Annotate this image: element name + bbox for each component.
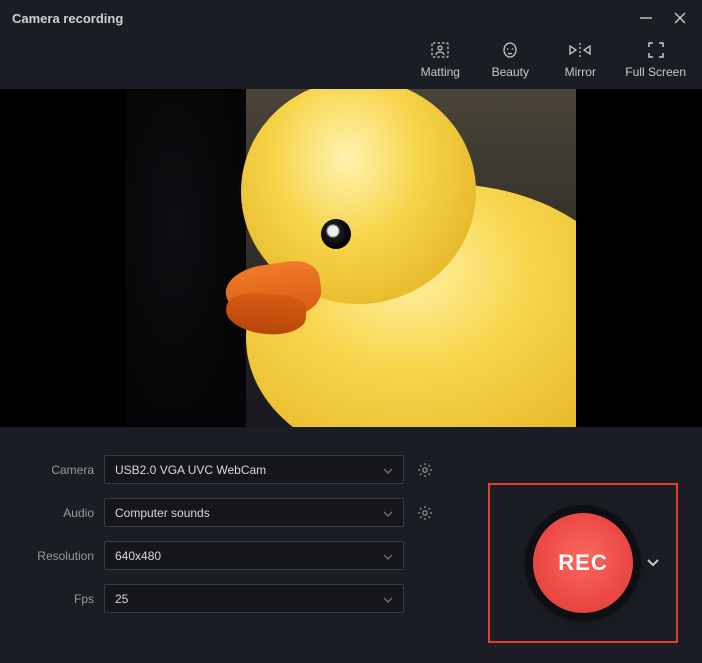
audio-select[interactable]: Computer sounds	[104, 498, 404, 527]
window-title: Camera recording	[12, 11, 123, 26]
fullscreen-icon	[647, 40, 665, 60]
mirror-icon	[568, 40, 592, 60]
controls-area: Camera USB2.0 VGA UVC WebCam Audio Compu…	[0, 427, 702, 663]
camera-value: USB2.0 VGA UVC WebCam	[115, 463, 266, 477]
fps-label: Fps	[24, 592, 94, 606]
resolution-row: Resolution 640x480	[24, 541, 470, 570]
audio-label: Audio	[24, 506, 94, 520]
chevron-down-icon	[383, 592, 393, 606]
camera-preview	[0, 89, 702, 427]
beauty-icon	[500, 40, 520, 60]
close-button[interactable]	[670, 8, 690, 28]
gear-icon	[417, 462, 433, 478]
mirror-button[interactable]: Mirror	[555, 40, 605, 79]
camera-frame	[126, 89, 576, 427]
fullscreen-button[interactable]: Full Screen	[625, 40, 686, 79]
matting-label: Matting	[421, 65, 460, 79]
chevron-down-icon	[383, 463, 393, 477]
settings-column: Camera USB2.0 VGA UVC WebCam Audio Compu…	[24, 455, 470, 643]
camera-select[interactable]: USB2.0 VGA UVC WebCam	[104, 455, 404, 484]
record-panel: REC	[488, 483, 678, 643]
chevron-down-icon	[646, 558, 660, 568]
camera-settings-button[interactable]	[414, 459, 436, 481]
beauty-label: Beauty	[492, 65, 529, 79]
audio-settings-button[interactable]	[414, 502, 436, 524]
minimize-button[interactable]	[636, 8, 656, 28]
chevron-down-icon	[383, 549, 393, 563]
fps-row: Fps 25	[24, 584, 470, 613]
matting-icon	[430, 40, 450, 60]
record-button[interactable]: REC	[533, 513, 633, 613]
window-controls	[636, 8, 690, 28]
resolution-label: Resolution	[24, 549, 94, 563]
audio-row: Audio Computer sounds	[24, 498, 470, 527]
top-toolbar: Matting Beauty Mirror Full Screen	[0, 36, 702, 89]
beauty-button[interactable]: Beauty	[485, 40, 535, 79]
resolution-select[interactable]: 640x480	[104, 541, 404, 570]
audio-value: Computer sounds	[115, 506, 210, 520]
titlebar: Camera recording	[0, 0, 702, 36]
matting-button[interactable]: Matting	[415, 40, 465, 79]
minimize-icon	[639, 11, 653, 25]
record-options-button[interactable]	[644, 554, 662, 572]
fps-value: 25	[115, 592, 128, 606]
resolution-value: 640x480	[115, 549, 161, 563]
fps-select[interactable]: 25	[104, 584, 404, 613]
chevron-down-icon	[383, 506, 393, 520]
camera-label: Camera	[24, 463, 94, 477]
gear-icon	[417, 505, 433, 521]
close-icon	[673, 11, 687, 25]
record-label: REC	[558, 550, 607, 576]
fullscreen-label: Full Screen	[625, 65, 686, 79]
camera-row: Camera USB2.0 VGA UVC WebCam	[24, 455, 470, 484]
mirror-label: Mirror	[565, 65, 596, 79]
